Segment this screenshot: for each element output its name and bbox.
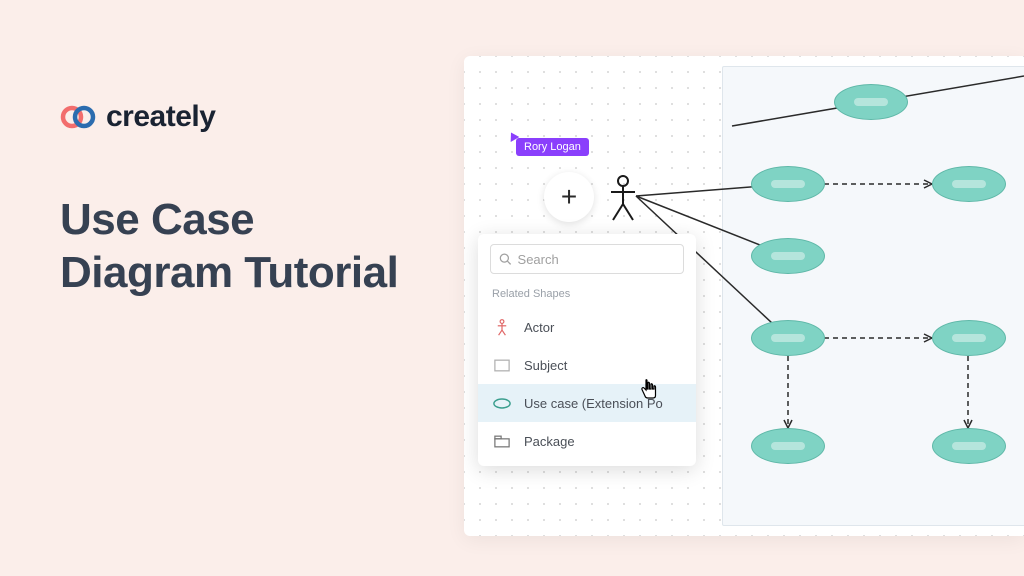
use-case-node[interactable]: [932, 166, 1006, 202]
shapes-popover: Related Shapes Actor Subject: [478, 234, 696, 466]
collaborator-cursor-label: Rory Logan: [516, 138, 589, 156]
shapes-section-label: Related Shapes: [478, 284, 696, 308]
page-title: Use Case Diagram Tutorial: [60, 194, 440, 300]
actor-icon[interactable]: [608, 174, 638, 222]
headline-line-1: Use Case: [60, 195, 254, 244]
use-case-node[interactable]: [751, 238, 825, 274]
use-case-node[interactable]: [751, 428, 825, 464]
actor-shape-icon: [492, 318, 512, 336]
add-shape-button[interactable]: +: [544, 172, 594, 222]
brand-logo: creately: [60, 100, 440, 134]
use-case-node[interactable]: [751, 320, 825, 356]
use-case-node[interactable]: [751, 166, 825, 202]
shape-option-actor[interactable]: Actor: [478, 308, 696, 346]
diagram-canvas[interactable]: Rory Logan + Related Shapes: [464, 56, 1024, 536]
search-icon: [499, 252, 512, 266]
headline-line-2: Diagram Tutorial: [60, 248, 398, 297]
brand-name: creately: [106, 100, 215, 134]
subject-shape-icon: [492, 356, 512, 374]
shape-option-usecase[interactable]: Use case (Extension Po: [478, 384, 696, 422]
shape-search-input[interactable]: [518, 252, 675, 267]
shape-option-label: Package: [524, 434, 575, 449]
left-column: creately Use Case Diagram Tutorial: [60, 100, 440, 300]
logo-mark-icon: [60, 105, 98, 129]
package-shape-icon: [492, 432, 512, 450]
use-case-node[interactable]: [834, 84, 908, 120]
pointer-cursor-icon: [639, 378, 659, 400]
use-case-node[interactable]: [932, 320, 1006, 356]
shape-option-subject[interactable]: Subject: [478, 346, 696, 384]
shape-option-package[interactable]: Package: [478, 422, 696, 460]
shape-option-label: Actor: [524, 320, 554, 335]
plus-icon: +: [561, 181, 577, 213]
shape-option-label: Subject: [524, 358, 567, 373]
use-case-node[interactable]: [932, 428, 1006, 464]
shape-search-field[interactable]: [490, 244, 684, 274]
usecase-shape-icon: [492, 394, 512, 412]
